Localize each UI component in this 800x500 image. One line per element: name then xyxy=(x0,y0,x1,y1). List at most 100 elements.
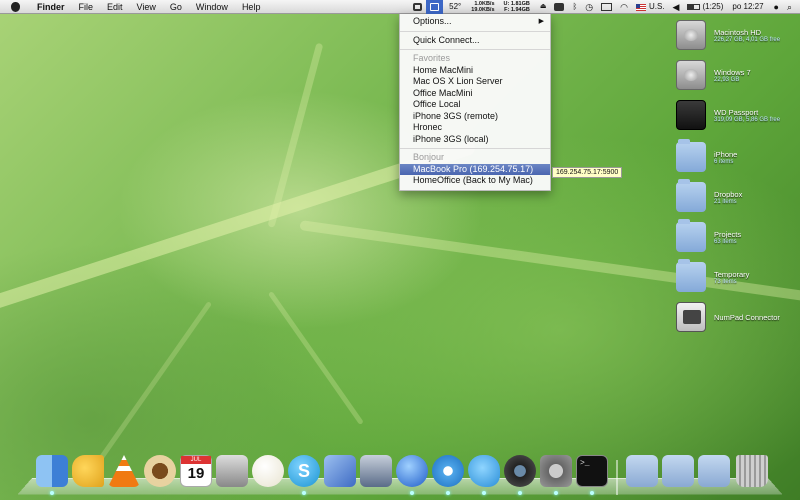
desktop-icon-windows-7[interactable]: Windows 7 22,93 GB xyxy=(676,60,751,90)
desktop-icon-info: 319,09 GB, 5,86 GB free xyxy=(714,117,780,123)
desktop-icon-projects[interactable]: Projects 63 items xyxy=(676,222,741,252)
eject-icon[interactable]: ⏏ xyxy=(536,0,551,14)
folder-icon xyxy=(676,142,706,172)
menu-item-options[interactable]: Options... ▶ xyxy=(400,16,550,28)
webcam-icon[interactable] xyxy=(504,455,536,487)
documents-stack-icon[interactable] xyxy=(662,455,694,487)
safari-icon[interactable] xyxy=(432,455,464,487)
bonjour-item[interactable]: HomeOffice (Back to My Mac) xyxy=(400,175,550,187)
menu-bar: Finder File Edit View Go Window Help 52°… xyxy=(0,0,800,14)
megaphone-icon[interactable] xyxy=(72,455,104,487)
desktop-icon-name: Windows 7 xyxy=(714,68,751,77)
desktop-icon-info: 226,27 GB, 4,01 GB free xyxy=(714,37,780,43)
menu-separator xyxy=(400,49,550,50)
eagle-app-icon[interactable] xyxy=(360,455,392,487)
bonjour-item-selected[interactable]: MacBook Pro (169.254.75.17) xyxy=(400,164,550,176)
twitter-bird-icon[interactable] xyxy=(468,455,500,487)
favorite-item[interactable]: Office Local xyxy=(400,99,550,111)
desktop-icon-name: Projects xyxy=(714,230,741,239)
menu-separator xyxy=(400,148,550,149)
xcode-icon[interactable] xyxy=(324,455,356,487)
skype-icon[interactable]: S xyxy=(288,455,320,487)
speech-bubble-icon[interactable] xyxy=(252,455,284,487)
screen-sharing-menu: Options... ▶ Quick Connect... Favorites H… xyxy=(399,14,551,191)
running-indicator xyxy=(554,491,558,495)
menu-edit[interactable]: Edit xyxy=(100,0,130,14)
desktop-icon-numpad-connector[interactable]: NumPad Connector xyxy=(676,302,780,332)
script-editor-icon[interactable] xyxy=(216,455,248,487)
applications-stack-icon[interactable] xyxy=(626,455,658,487)
downloads-stack-icon[interactable] xyxy=(698,455,730,487)
favorite-item[interactable]: Home MacMini xyxy=(400,65,550,77)
system-preferences-icon[interactable] xyxy=(540,455,572,487)
coffee-cup-icon[interactable] xyxy=(144,455,176,487)
spotlight-search-icon[interactable]: ⌕ xyxy=(783,0,800,14)
desktop-icon-info: 73 items xyxy=(714,279,749,285)
folder-icon xyxy=(676,182,706,212)
menu-go[interactable]: Go xyxy=(163,0,189,14)
leaf-vein xyxy=(268,291,364,425)
desktop-icon-info: 21 items xyxy=(714,199,742,205)
bluetooth-icon[interactable]: ᛒ xyxy=(568,0,581,14)
running-indicator xyxy=(410,491,414,495)
app-icon xyxy=(676,302,706,332)
address-tooltip: 169.254.75.17:5900 xyxy=(552,167,622,178)
volume-icon[interactable]: ◀ xyxy=(669,0,684,14)
desktop-icon-name: Dropbox xyxy=(714,190,742,199)
battery-readout[interactable]: (1:25) xyxy=(683,0,727,14)
memory-readout[interactable]: U: 1.81GB F: 1.94GB xyxy=(500,1,536,13)
favorite-item[interactable]: Mac OS X Lion Server xyxy=(400,76,550,88)
terminal-icon[interactable]: >_ xyxy=(576,455,608,487)
calendar-icon[interactable]: JUL 19 xyxy=(180,455,212,487)
network-speed-readout[interactable]: 1.0KB/s 19.0KB/s xyxy=(467,1,499,13)
desktop-icon-info: 6 items xyxy=(714,159,737,165)
itunes-icon[interactable] xyxy=(396,455,428,487)
desktop-icon-wd-passport[interactable]: WD Passport 319,09 GB, 5,86 GB free xyxy=(676,100,780,130)
time-machine-icon[interactable]: ◷ xyxy=(581,0,597,14)
desktop-icon-name: WD Passport xyxy=(714,108,780,117)
activity-icon[interactable] xyxy=(550,3,568,11)
desktop-icon-info: 22,93 GB xyxy=(714,77,751,83)
screen-sharing-menu-icon[interactable] xyxy=(426,0,443,14)
battery-time: (1:25) xyxy=(702,0,723,14)
display-icon[interactable] xyxy=(597,3,616,11)
menu-help[interactable]: Help xyxy=(235,0,268,14)
menu-file[interactable]: File xyxy=(72,0,101,14)
desktop-icon-info: 63 items xyxy=(714,239,741,245)
memory-free-label: F: xyxy=(504,7,509,13)
desktop-icon-dropbox[interactable]: Dropbox 21 items xyxy=(676,182,742,212)
favorite-item[interactable]: Hronec xyxy=(400,122,550,134)
hard-drive-icon xyxy=(676,20,706,50)
desktop-icon-name: NumPad Connector xyxy=(714,313,780,322)
running-indicator xyxy=(590,491,594,495)
dropbox-menu-icon[interactable] xyxy=(409,3,426,11)
wifi-icon[interactable]: ◠ xyxy=(616,0,632,14)
folder-icon xyxy=(676,222,706,252)
temperature-readout[interactable]: 52° xyxy=(443,0,467,14)
user-icon[interactable]: ● xyxy=(770,0,783,14)
memory-free: 1.94GB xyxy=(511,7,530,13)
trash-icon[interactable] xyxy=(736,455,768,487)
hard-drive-icon xyxy=(676,60,706,90)
desktop-icon-iphone[interactable]: iPhone 6 items xyxy=(676,142,737,172)
battery-icon xyxy=(687,4,700,10)
input-source-menu[interactable]: U.S. xyxy=(632,0,669,14)
download-speed: 19.0KB/s xyxy=(471,7,494,13)
folder-icon xyxy=(676,262,706,292)
menu-window[interactable]: Window xyxy=(189,0,235,14)
apple-menu-icon[interactable] xyxy=(8,0,22,14)
calendar-day: 19 xyxy=(181,464,211,484)
favorite-item[interactable]: Office MacMini xyxy=(400,88,550,100)
dock-separator xyxy=(616,460,618,495)
favorite-item[interactable]: iPhone 3GS (local) xyxy=(400,134,550,146)
menu-app-finder[interactable]: Finder xyxy=(30,0,72,14)
favorite-item[interactable]: iPhone 3GS (remote) xyxy=(400,111,550,123)
menu-item-quick-connect[interactable]: Quick Connect... xyxy=(400,35,550,47)
desktop-icon-macintosh-hd[interactable]: Macintosh HD 226,27 GB, 4,01 GB free xyxy=(676,20,780,50)
running-indicator xyxy=(482,491,486,495)
running-indicator xyxy=(446,491,450,495)
clock[interactable]: po 12:27 xyxy=(727,0,769,14)
menu-view[interactable]: View xyxy=(130,0,163,14)
finder-icon[interactable] xyxy=(36,455,68,487)
desktop-icon-temporary[interactable]: Temporary 73 items xyxy=(676,262,749,292)
